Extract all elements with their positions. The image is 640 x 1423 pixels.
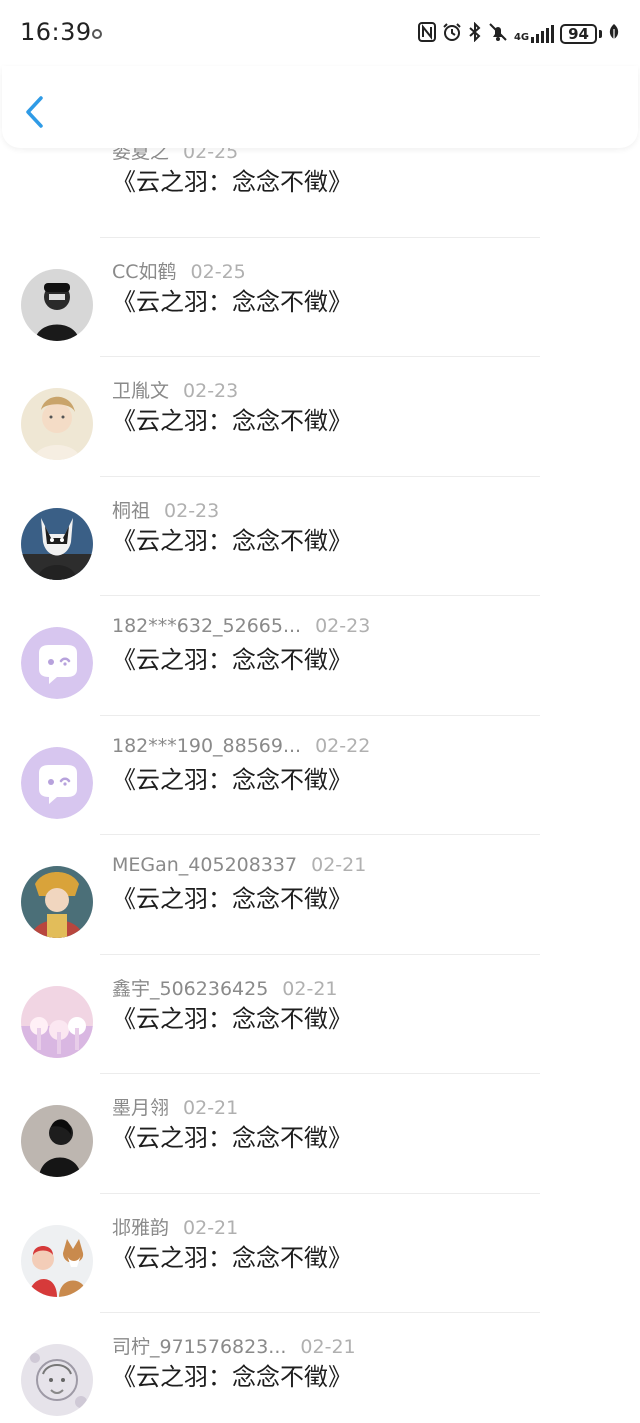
avatar[interactable] (21, 507, 93, 580)
battery-level: 94 (568, 25, 589, 43)
list-item[interactable]: 墨月翎 02-21 《云之羽：念念不徵》 (0, 1074, 640, 1194)
signal-icon: 4G (513, 25, 555, 43)
work-title[interactable]: 《云之羽：念念不徵》 (112, 401, 352, 436)
user-name[interactable]: 182***190_88569... (112, 735, 301, 757)
name-line: 卫胤文 02-23 (112, 376, 238, 403)
user-name[interactable]: 桐祖 (112, 500, 150, 522)
reader-list: 娄夏之 02-25 《云之羽：念念不徵》 CC如鹤 02-25 《云之羽：念念不徵》 卫胤文… (0, 148, 640, 1423)
default-avatar-icon[interactable] (21, 627, 93, 699)
network-label: 4G (513, 32, 530, 43)
list-item[interactable]: 邶雅韵 02-21 《云之羽：念念不徵》 (0, 1194, 640, 1313)
leaf-icon (608, 23, 620, 45)
status-time: 16:39 (20, 18, 92, 46)
date-label: 02-21 (311, 854, 367, 876)
user-name[interactable]: 娄夏之 (112, 148, 169, 163)
alarm-icon (442, 22, 462, 47)
battery-icon: 94 (560, 24, 597, 44)
user-name[interactable]: 墨月翎 (112, 1097, 169, 1119)
list-item[interactable]: CC如鹤 02-25 《云之羽：念念不徵》 (0, 238, 640, 357)
user-name[interactable]: CC如鹤 (112, 261, 177, 283)
date-label: 02-25 (183, 148, 239, 163)
user-name[interactable]: 卫胤文 (112, 380, 169, 402)
list-item[interactable]: 司柠_971576823... 02-21 《云之羽：念念不徵》 (0, 1313, 640, 1423)
date-label: 02-21 (300, 1336, 356, 1358)
date-label: 02-23 (315, 615, 371, 637)
user-name[interactable]: 司柠_971576823... (112, 1336, 286, 1358)
mute-icon (488, 22, 508, 47)
list-item[interactable]: 卫胤文 02-23 《云之羽：念念不徵》 (0, 357, 640, 477)
name-line: 182***190_88569... 02-22 (112, 735, 370, 757)
work-title[interactable]: 《云之羽：念念不徵》 (112, 760, 352, 795)
date-label: 02-23 (183, 380, 239, 402)
work-title[interactable]: 《云之羽：念念不徵》 (112, 521, 352, 556)
work-title[interactable]: 《云之羽：念念不徵》 (112, 999, 352, 1034)
avatar[interactable] (21, 1105, 93, 1177)
user-name[interactable]: 鑫宇_506236425 (112, 978, 268, 1000)
user-name[interactable]: MEGan_405208337 (112, 854, 297, 876)
battery-tip (599, 30, 602, 38)
date-label: 02-25 (190, 260, 246, 283)
list-item[interactable]: MEGan_405208337 02-21 《云之羽：念念不徵》 (0, 835, 640, 955)
avatar[interactable] (21, 866, 93, 938)
name-line: 182***632_52665... 02-23 (112, 615, 370, 637)
work-title[interactable]: 《云之羽：念念不徵》 (112, 640, 352, 675)
date-label: 02-22 (315, 734, 371, 757)
list-item[interactable]: 182***632_52665... 02-23 《云之羽：念念不徵》 (0, 596, 640, 716)
back-button[interactable] (20, 94, 50, 130)
work-title[interactable]: 《云之羽：念念不徵》 (112, 1357, 352, 1392)
work-title[interactable]: 《云之羽：念念不徵》 (112, 1118, 352, 1153)
work-title[interactable]: 《云之羽：念念不徵》 (112, 162, 352, 197)
date-label: 02-21 (282, 977, 338, 1000)
name-line: 桐祖 02-23 (112, 496, 219, 523)
list-item[interactable]: 鑫宇_506236425 02-21 《云之羽：念念不徵》 (0, 955, 640, 1074)
date-label: 02-21 (183, 1097, 239, 1119)
top-nav-bar (2, 66, 638, 148)
user-name[interactable]: 182***632_52665... (112, 615, 301, 637)
avatar[interactable] (21, 268, 93, 341)
name-line: 墨月翎 02-21 (112, 1093, 238, 1120)
chevron-left-icon (26, 96, 43, 128)
avatar[interactable] (21, 388, 93, 460)
avatar[interactable] (21, 985, 93, 1058)
list-item[interactable]: 娄夏之 02-25 《云之羽：念念不徵》 (0, 148, 640, 238)
list-item[interactable]: 182***190_88569... 02-22 《云之羽：念念不徵》 (0, 716, 640, 835)
work-title[interactable]: 《云之羽：念念不徵》 (112, 1238, 352, 1273)
name-line: CC如鹤 02-25 (112, 257, 246, 284)
name-line: 鑫宇_506236425 02-21 (112, 974, 338, 1001)
bluetooth-icon (468, 21, 482, 47)
status-bar: 16:39 4G 94 (0, 0, 640, 70)
avatar[interactable] (21, 1224, 93, 1297)
date-label: 02-23 (164, 499, 220, 522)
name-line: 邶雅韵 02-21 (112, 1213, 238, 1240)
work-title[interactable]: 《云之羽：念念不徵》 (112, 282, 352, 317)
user-name[interactable]: 邶雅韵 (112, 1217, 169, 1239)
avatar[interactable] (21, 1344, 93, 1416)
name-line: 司柠_971576823... 02-21 (112, 1332, 356, 1359)
nfc-icon (417, 21, 436, 47)
notification-dot-icon (92, 29, 102, 39)
date-label: 02-21 (183, 1216, 239, 1239)
list-item[interactable]: 桐祖 02-23 《云之羽：念念不徵》 (0, 477, 640, 596)
default-avatar-icon[interactable] (21, 746, 93, 819)
status-icons: 4G 94 (417, 20, 620, 48)
work-title[interactable]: 《云之羽：念念不徵》 (112, 879, 352, 914)
name-line: MEGan_405208337 02-21 (112, 854, 366, 876)
